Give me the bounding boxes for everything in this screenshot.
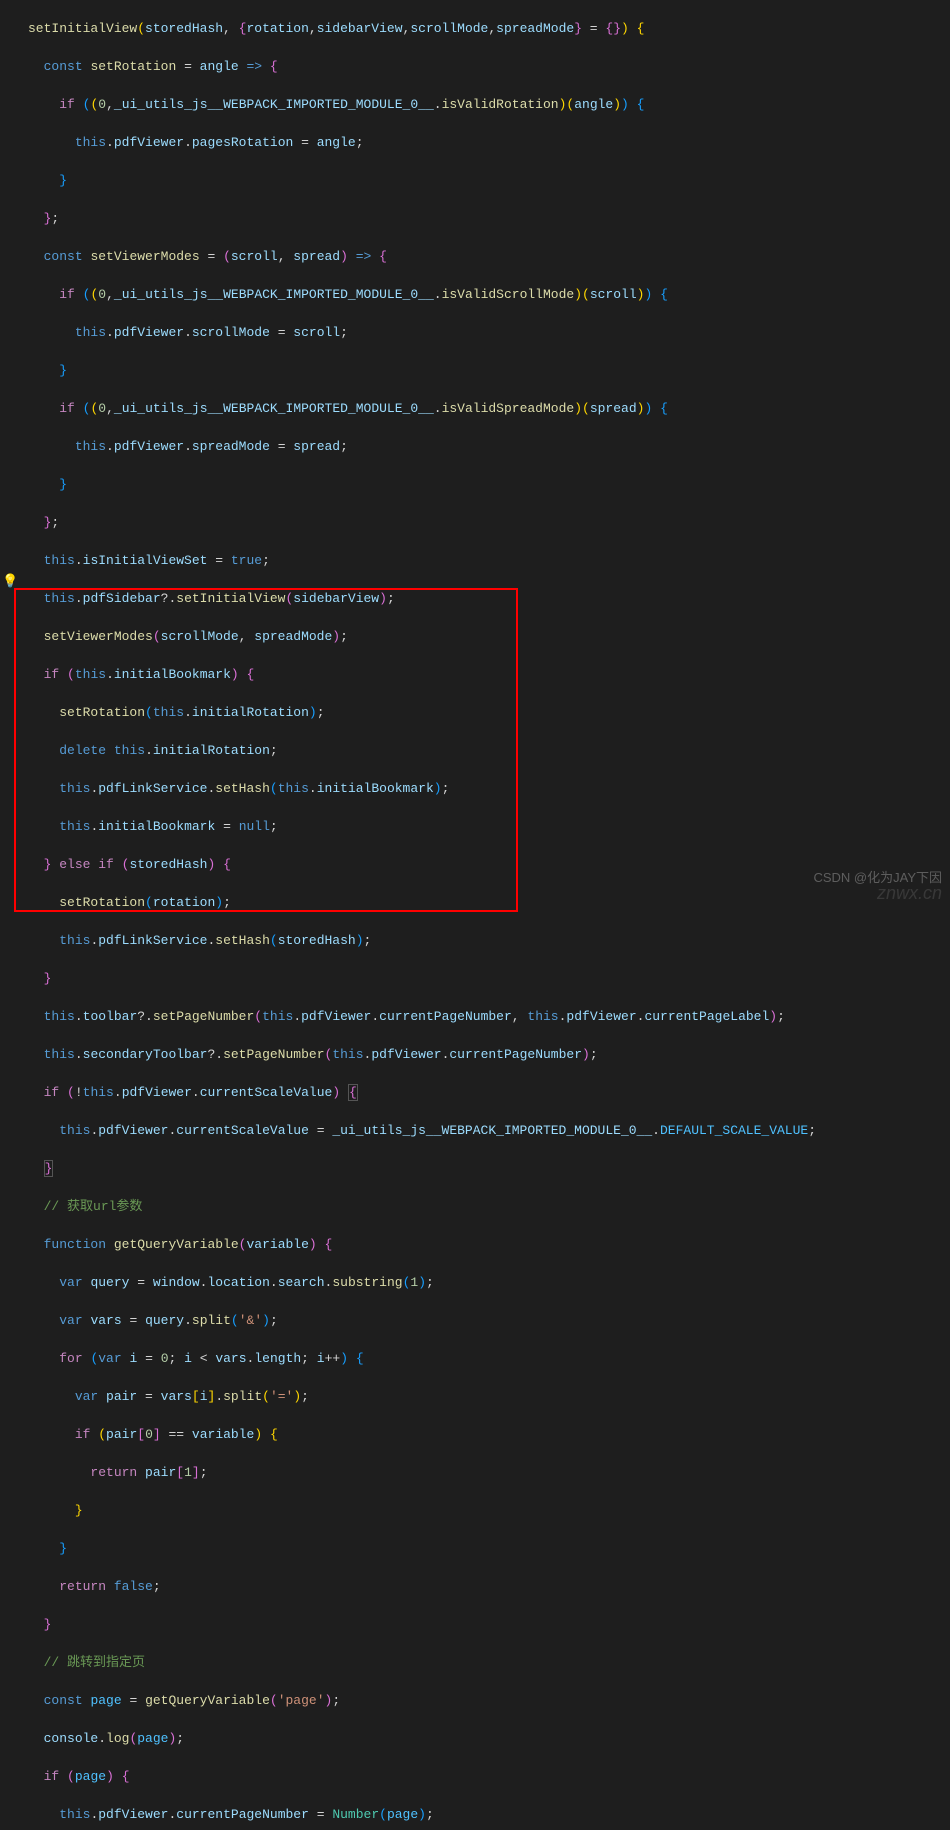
code-line[interactable]: }: [28, 1501, 950, 1520]
code-line[interactable]: if ((0,_ui_utils_js__WEBPACK_IMPORTED_MO…: [28, 285, 950, 304]
code-line[interactable]: this.pdfViewer.pagesRotation = angle;: [28, 133, 950, 152]
code-line[interactable]: this.pdfViewer.currentPageNumber = Numbe…: [28, 1805, 950, 1824]
code-line[interactable]: setInitialView(storedHash, {rotation,sid…: [28, 19, 950, 38]
code-line[interactable]: }: [28, 1159, 950, 1178]
code-line[interactable]: this.pdfViewer.currentScaleValue = _ui_u…: [28, 1121, 950, 1140]
code-editor[interactable]: setInitialView(storedHash, {rotation,sid…: [0, 0, 950, 1830]
code-line[interactable]: } else if (storedHash) {: [28, 855, 950, 874]
code-line[interactable]: setViewerModes(scrollMode, spreadMode);: [28, 627, 950, 646]
code-line[interactable]: // 跳转到指定页: [28, 1653, 950, 1672]
code-line[interactable]: this.secondaryToolbar?.setPageNumber(thi…: [28, 1045, 950, 1064]
code-line[interactable]: setRotation(this.initialRotation);: [28, 703, 950, 722]
code-line[interactable]: this.isInitialViewSet = true;: [28, 551, 950, 570]
watermark-znwx: znwx.cn: [877, 884, 942, 903]
code-line[interactable]: return false;: [28, 1577, 950, 1596]
code-line[interactable]: if (page) {: [28, 1767, 950, 1786]
code-line[interactable]: // 获取url参数: [28, 1197, 950, 1216]
code-line[interactable]: };: [28, 513, 950, 532]
code-line[interactable]: this.pdfViewer.scrollMode = scroll;: [28, 323, 950, 342]
code-line[interactable]: }: [28, 1539, 950, 1558]
code-line[interactable]: const setRotation = angle => {: [28, 57, 950, 76]
code-line[interactable]: }: [28, 171, 950, 190]
code-line[interactable]: }: [28, 361, 950, 380]
code-line[interactable]: var vars = query.split('&');: [28, 1311, 950, 1330]
code-line[interactable]: var query = window.location.search.subst…: [28, 1273, 950, 1292]
code-line[interactable]: this.pdfLinkService.setHash(this.initial…: [28, 779, 950, 798]
code-line[interactable]: this.pdfLinkService.setHash(storedHash);: [28, 931, 950, 950]
code-line[interactable]: }: [28, 475, 950, 494]
code-line[interactable]: console.log(page);: [28, 1729, 950, 1748]
code-line[interactable]: this.toolbar?.setPageNumber(this.pdfView…: [28, 1007, 950, 1026]
code-line[interactable]: this.pdfViewer.spreadMode = spread;: [28, 437, 950, 456]
lightbulb-icon[interactable]: 💡: [2, 572, 18, 591]
code-line[interactable]: return pair[1];: [28, 1463, 950, 1482]
code-line[interactable]: setRotation(rotation);: [28, 893, 950, 912]
code-line[interactable]: this.initialBookmark = null;: [28, 817, 950, 836]
code-line[interactable]: if ((0,_ui_utils_js__WEBPACK_IMPORTED_MO…: [28, 399, 950, 418]
code-line[interactable]: const page = getQueryVariable('page');: [28, 1691, 950, 1710]
code-line[interactable]: var pair = vars[i].split('=');: [28, 1387, 950, 1406]
code-line[interactable]: function getQueryVariable(variable) {: [28, 1235, 950, 1254]
code-line[interactable]: this.pdfSidebar?.setInitialView(sidebarV…: [28, 589, 950, 608]
code-line[interactable]: }: [28, 1615, 950, 1634]
code-line[interactable]: if (!this.pdfViewer.currentScaleValue) {: [28, 1083, 950, 1102]
code-line[interactable]: if ((0,_ui_utils_js__WEBPACK_IMPORTED_MO…: [28, 95, 950, 114]
code-line[interactable]: delete this.initialRotation;: [28, 741, 950, 760]
code-line[interactable]: for (var i = 0; i < vars.length; i++) {: [28, 1349, 950, 1368]
code-line[interactable]: };: [28, 209, 950, 228]
code-line[interactable]: }: [28, 969, 950, 988]
code-line[interactable]: if (pair[0] == variable) {: [28, 1425, 950, 1444]
code-line[interactable]: if (this.initialBookmark) {: [28, 665, 950, 684]
code-line[interactable]: const setViewerModes = (scroll, spread) …: [28, 247, 950, 266]
